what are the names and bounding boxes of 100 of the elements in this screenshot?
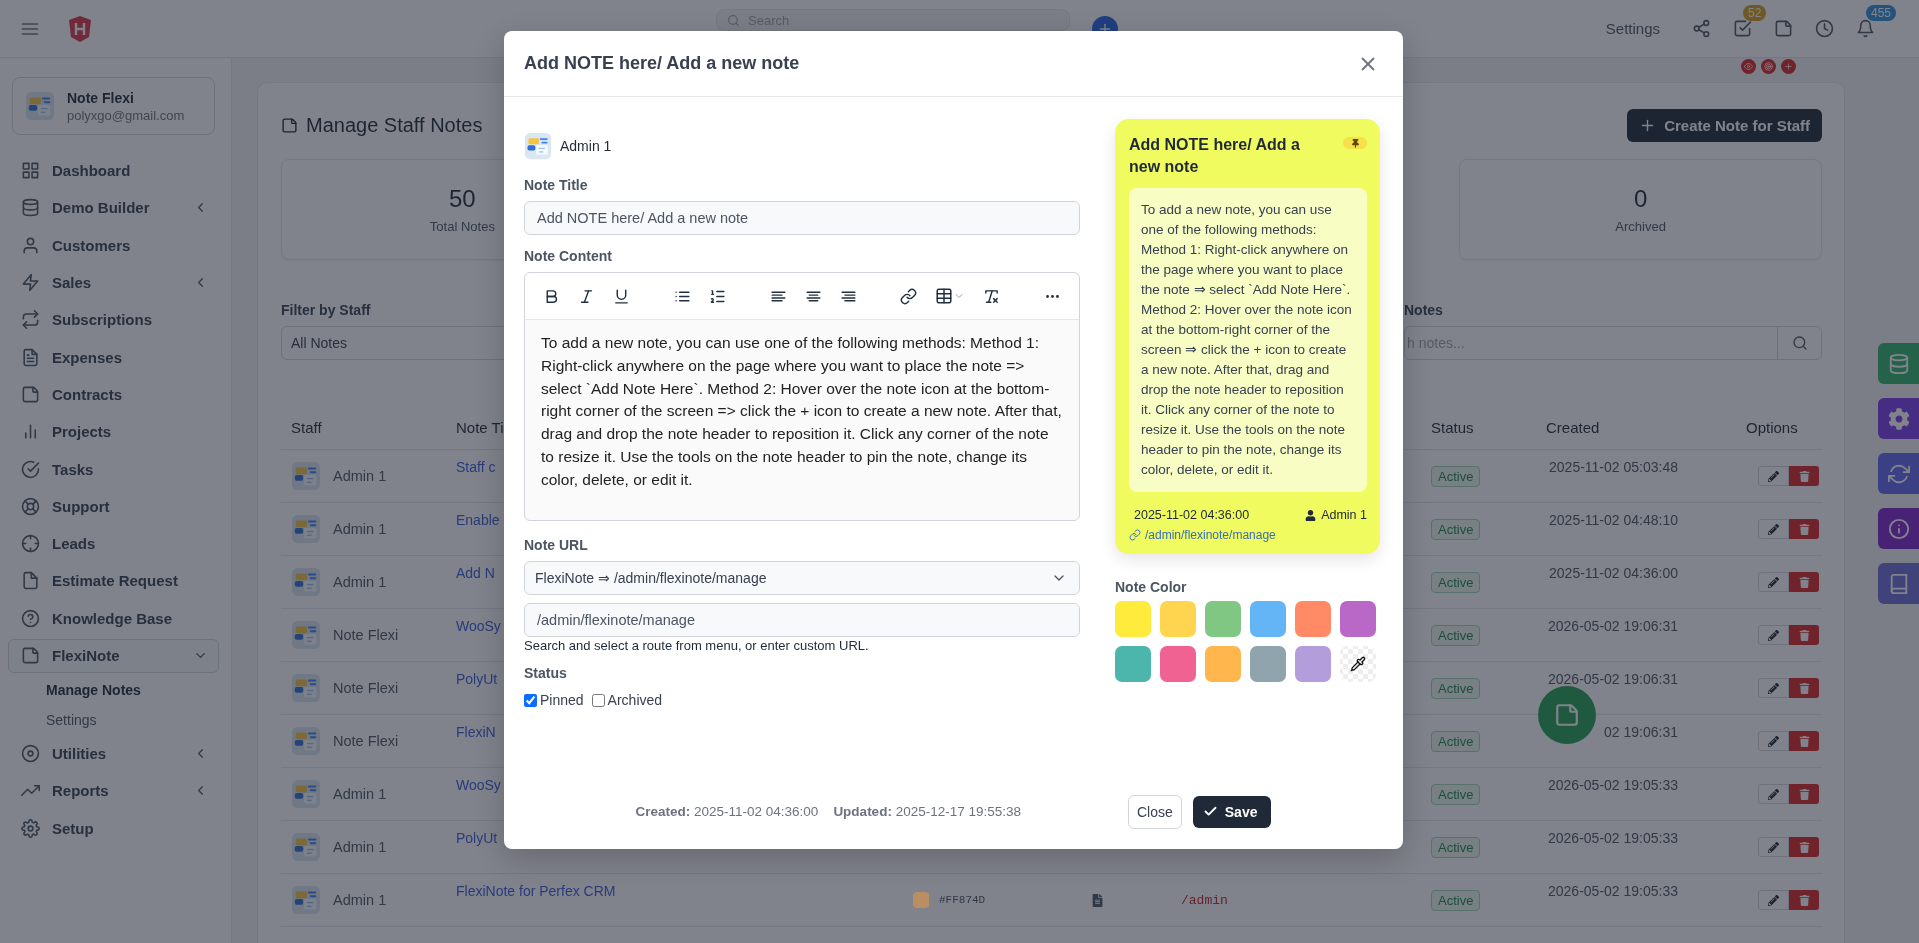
profile-email: polyxgo@gmail.com xyxy=(67,107,185,123)
preview-url-link[interactable]: /admin/flexinote/manage xyxy=(1129,528,1367,542)
stat-value: 0 xyxy=(1633,185,1648,213)
edit-button[interactable] xyxy=(1758,678,1789,698)
edit-button[interactable] xyxy=(1758,837,1789,857)
clock-icon[interactable] xyxy=(1815,19,1834,38)
delete-button[interactable] xyxy=(1789,466,1819,486)
preview-author: Admin 1 xyxy=(1321,508,1367,522)
edit-button[interactable] xyxy=(1758,890,1789,910)
edit-button[interactable] xyxy=(1758,784,1789,804)
title-input[interactable]: Add NOTE here/ Add a new note xyxy=(524,201,1080,235)
note-icon[interactable] xyxy=(1774,19,1793,38)
sidebar-item[interactable]: Sales xyxy=(12,263,215,302)
create-note-button[interactable]: Create Note for Staff xyxy=(1627,108,1822,142)
close-button[interactable]: Close xyxy=(1128,794,1182,829)
route-select[interactable]: FlexiNote ⇒ /admin/flexinote/manage xyxy=(524,561,1080,595)
bell-icon[interactable] xyxy=(1856,19,1875,38)
delete-button[interactable] xyxy=(1789,572,1819,592)
sidebar-item[interactable]: Reports xyxy=(12,772,215,810)
sidebar-item[interactable]: Demo Builder xyxy=(12,189,215,227)
database-icon[interactable] xyxy=(1878,343,1919,384)
staff-name: Note Flexi xyxy=(333,680,399,696)
page-title: Manage Staff Notes xyxy=(306,113,483,137)
staff-name: Admin 1 xyxy=(333,468,387,484)
user-icon xyxy=(1305,509,1317,521)
settings-link[interactable]: Settings xyxy=(1605,20,1660,37)
settings-icon[interactable] xyxy=(1878,398,1919,439)
color-swatch[interactable] xyxy=(1340,601,1376,637)
column-header: Options xyxy=(1746,419,1798,436)
profile-card[interactable]: Note Flexi polyxgo@gmail.com xyxy=(12,77,215,135)
edit-button[interactable] xyxy=(1758,625,1789,645)
delete-button[interactable] xyxy=(1789,625,1819,645)
created-date: 2026-05-02 19:05:33 xyxy=(1547,830,1678,846)
checkbox[interactable] xyxy=(591,693,605,707)
save-button[interactable]: Save xyxy=(1192,795,1272,828)
refresh-icon[interactable] xyxy=(1878,453,1919,494)
sidebar-item[interactable]: Leads xyxy=(12,524,215,563)
info-icon[interactable] xyxy=(1878,508,1919,549)
plus-icon[interactable] xyxy=(1781,59,1796,74)
sidebar-item[interactable]: Customers xyxy=(12,226,215,264)
sidebar-item[interactable]: Dashboard xyxy=(12,152,215,190)
sidebar-item[interactable]: Estimate Request xyxy=(12,562,215,600)
status-badge: Active xyxy=(1431,836,1481,858)
color-swatch[interactable] xyxy=(1160,601,1196,637)
edit-button[interactable] xyxy=(1758,572,1789,592)
color-swatch[interactable] xyxy=(1160,646,1196,682)
color-swatch[interactable] xyxy=(1205,601,1241,637)
trash-icon xyxy=(1798,523,1810,535)
book-icon[interactable] xyxy=(1878,563,1919,604)
delete-button[interactable] xyxy=(1789,784,1819,804)
sidebar-item[interactable]: Expenses xyxy=(12,338,215,376)
trash-icon xyxy=(1798,894,1810,906)
edit-button[interactable] xyxy=(1758,519,1789,539)
sidebar-item[interactable]: Knowledge Base xyxy=(12,599,215,637)
delete-button[interactable] xyxy=(1789,731,1819,751)
edit-button[interactable] xyxy=(1758,466,1789,486)
content-editor[interactable] xyxy=(524,272,1080,521)
share-icon[interactable] xyxy=(1692,19,1711,38)
color-swatch[interactable] xyxy=(1115,601,1151,637)
color-swatch[interactable] xyxy=(1115,646,1151,682)
field-label: Note URL xyxy=(524,537,589,553)
checkbox-icon[interactable] xyxy=(1733,19,1752,38)
sidebar-item[interactable]: Setup xyxy=(12,809,215,847)
sidebar-item[interactable]: FlexiNote xyxy=(8,638,219,673)
delete-button[interactable] xyxy=(1789,890,1819,910)
sidebar-item[interactable]: Tasks xyxy=(12,450,215,488)
delete-button[interactable] xyxy=(1789,837,1819,857)
sidebar-item[interactable]: Projects xyxy=(12,413,215,451)
status-badge: Active xyxy=(1431,889,1481,911)
sidebar-subitem[interactable]: Manage Notes xyxy=(12,674,215,705)
logo[interactable] xyxy=(68,14,92,43)
preview-body: To add a new note, you can use one of the following methods: Method 1: Right-click anywhere on the page where you want to place the note ⇒ select `Add Note Here`. Method 2: Hover over the note icon at the bottom-right corner of the screen ⇒ click the + icon to create a new note. After that, drag and drop the note header to reposition it. Click any corner of the note to resize it. Use the tools on the note header to pin the note, change its color, delete, or edit it. xyxy=(1129,188,1367,492)
eye-icon[interactable] xyxy=(1741,59,1756,74)
delete-button[interactable] xyxy=(1789,519,1819,539)
color-swatch[interactable] xyxy=(1250,601,1286,637)
count-badge: 52 xyxy=(1743,5,1767,21)
filter-label: Filter by Staff xyxy=(281,302,372,318)
checkbox[interactable] xyxy=(524,693,537,707)
edit-button[interactable] xyxy=(1758,731,1789,751)
file-icon xyxy=(21,571,40,591)
sidebar-item[interactable]: Subscriptions xyxy=(12,301,215,339)
sidebar-item[interactable]: Support xyxy=(12,487,215,525)
help-icon xyxy=(21,608,40,628)
color-swatch[interactable] xyxy=(1295,646,1331,682)
delete-button[interactable] xyxy=(1789,678,1819,698)
status-badge: Active xyxy=(1431,783,1481,805)
sidebar-subitem[interactable]: Settings xyxy=(12,704,215,735)
target-icon[interactable] xyxy=(1761,59,1776,74)
column-header: Staff xyxy=(291,419,322,436)
url-input[interactable]: /admin/flexinote/manage xyxy=(524,603,1080,637)
color-swatch[interactable] xyxy=(1250,646,1286,682)
field-label: Note Title xyxy=(524,177,589,193)
eyedropper-icon[interactable] xyxy=(1340,646,1376,682)
sidebar-item[interactable]: Contracts xyxy=(12,375,215,414)
color-swatch[interactable] xyxy=(1295,601,1331,637)
sidebar-item[interactable]: Utilities xyxy=(12,734,215,773)
color-swatch[interactable] xyxy=(1205,646,1241,682)
stat-label: Total Notes xyxy=(429,219,495,234)
status-badge: Active xyxy=(1431,624,1481,646)
note-title-link[interactable]: FlexiNote for Perfex CRM xyxy=(456,883,913,899)
